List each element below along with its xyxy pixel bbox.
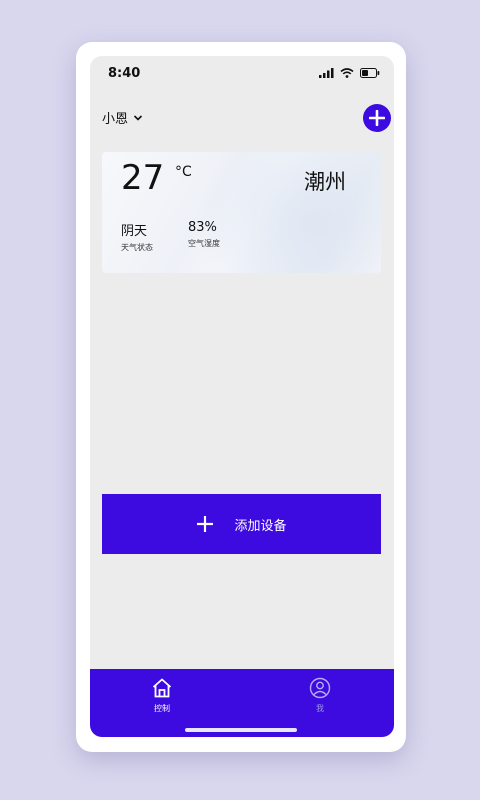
condition-value: 阴天 [121, 224, 148, 239]
battery-icon [360, 68, 380, 78]
status-icons [319, 68, 380, 78]
weather-condition: 阴天 天气状态 [121, 220, 153, 253]
home-name: 小恩 [102, 112, 129, 127]
status-time: 8:40 [108, 66, 141, 81]
signal-icon [319, 68, 334, 78]
home-selector[interactable]: 小恩 [102, 108, 144, 127]
tab-me-label: 我 [316, 704, 324, 713]
plus-icon [369, 110, 385, 126]
home-indicator [185, 728, 297, 732]
condition-label: 天气状态 [121, 243, 153, 252]
tab-control-label: 控制 [154, 704, 170, 713]
chevron-down-icon [133, 114, 143, 121]
tab-bar: 控制 我 [90, 669, 394, 737]
app-screen: 8:40 小恩 27 °C 潮州 阴天 天气状态 83% 空气湿度 添加设备 控… [90, 56, 394, 737]
humidity-value: 83% [188, 220, 217, 235]
city-name: 潮州 [304, 170, 346, 194]
header: 小恩 [90, 102, 394, 134]
humidity-label: 空气湿度 [188, 239, 220, 248]
status-bar: 8:40 [90, 56, 394, 92]
plus-icon [197, 516, 214, 532]
add-device-label: 添加设备 [234, 517, 287, 533]
home-icon [152, 678, 172, 698]
user-icon [309, 677, 331, 699]
air-humidity: 83% 空气湿度 [188, 220, 220, 249]
temperature-value: 27 [121, 158, 165, 198]
temperature-unit: °C [175, 164, 192, 180]
tab-me[interactable]: 我 [280, 677, 360, 714]
tab-control[interactable]: 控制 [122, 677, 202, 714]
wifi-icon [340, 68, 354, 78]
weather-card: 27 °C 潮州 阴天 天气状态 83% 空气湿度 [102, 152, 381, 273]
add-device-button[interactable]: 添加设备 [102, 494, 381, 554]
add-button[interactable] [363, 104, 391, 132]
